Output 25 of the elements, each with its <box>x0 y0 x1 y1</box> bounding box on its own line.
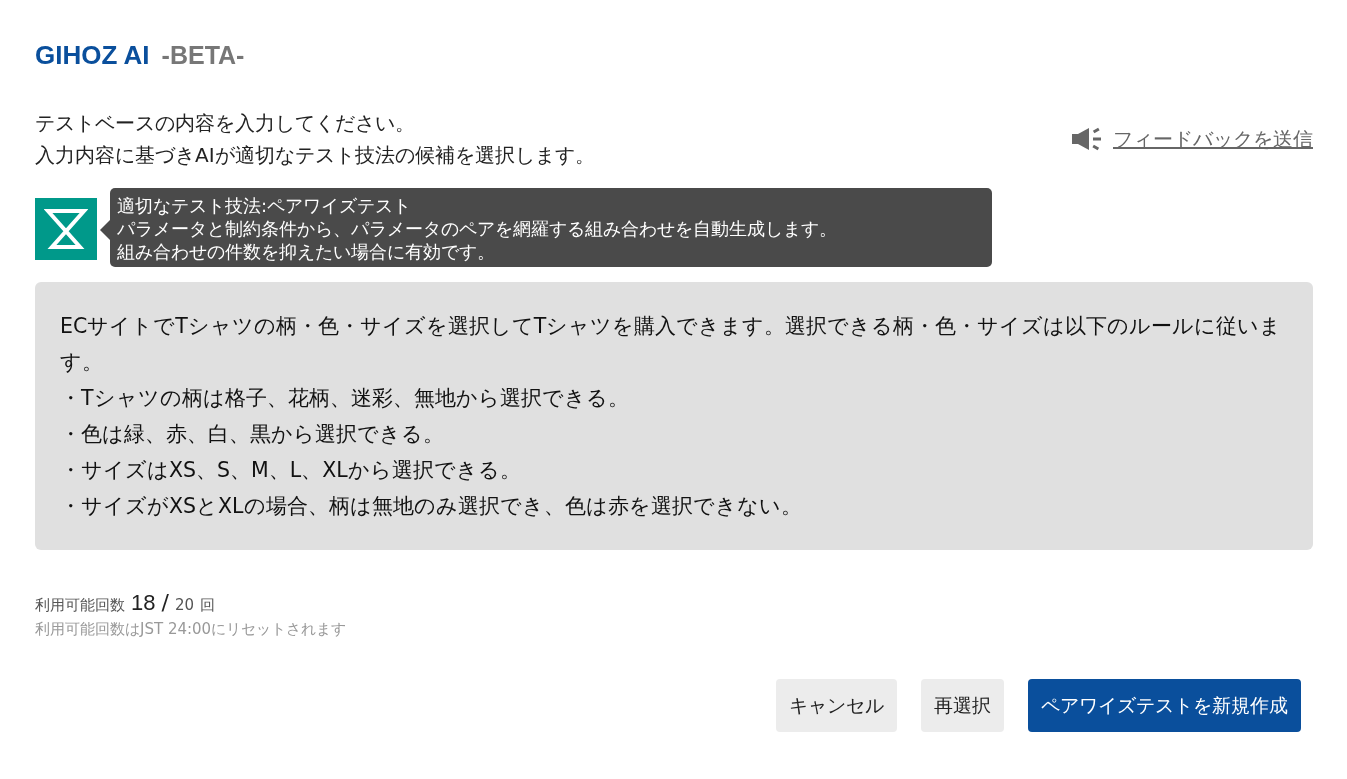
megaphone-icon <box>1071 127 1103 151</box>
instruction-text: 入力内容に基づきAIが適切なテスト技法の候補を選択します。 <box>35 142 595 168</box>
instruction-text: テストベースの内容を入力してください。 <box>35 110 416 136</box>
rule-text: ・色は緑、赤、白、黒から選択できる。 <box>60 421 445 448</box>
rule-text: ・Tシャツの柄は格子、花柄、迷彩、無地から選択できる。 <box>60 385 630 412</box>
remaining-count: 18 <box>131 590 156 616</box>
create-button[interactable]: ペアワイズテストを新規作成 <box>1028 679 1301 732</box>
feedback-link[interactable]: フィードバックを送信 <box>1113 125 1313 153</box>
tooltip-title: 適切なテスト技法:ペアワイズテスト <box>117 194 413 217</box>
count-unit: 回 <box>200 596 215 615</box>
rule-text: ・サイズがXSとXLの場合、柄は無地のみ選択でき、色は赤を選択できない。 <box>60 493 803 520</box>
action-button[interactable]: 再選択 <box>921 679 1004 732</box>
rule-text: ・サイズはXS、S、M、L、XLから選択できる。 <box>60 457 522 484</box>
app-title: GIHOZ AI <box>35 40 150 71</box>
action-button[interactable]: キャンセル <box>776 679 897 732</box>
reset-note: 利用可能回数はJST 24:00にリセットされます <box>35 620 348 639</box>
test-base-text: ECサイトでTシャツの柄・色・サイズを選択してTシャツを購入できます。選択できる柄・色・サイズは以下のルールに従います。 <box>60 313 1283 376</box>
count-separator: / <box>161 590 169 615</box>
beta-label: -BETA- <box>161 41 245 70</box>
tooltip-text: 組み合わせの件数を抑えたい場合に有効です。 <box>117 240 496 263</box>
total-count: 20 <box>174 596 194 614</box>
test-base-field[interactable]: ECサイトでTシャツの柄・色・サイズを選択してTシャツを購入できます。選択できる柄・色・サイズは以下のルールに従います。 ・Tシャツの柄は格子、花柄、迷彩、無地から選択できる。 ・色は緑、赤、白、黒から選択できる。 ・サイズはXS、S、M、L、XLから選択できる。 ・サイズがXSとXLの場合、柄は無地のみ選択でき、色は赤を選択できない。 <box>35 282 1313 550</box>
usage-label: 利用可能回数 <box>35 596 125 615</box>
tooltip-text: パラメータと制約条件から、パラメータのペアを網羅する組み合わせを自動生成します。 <box>117 217 838 240</box>
pairwise-technique-icon[interactable] <box>35 198 97 260</box>
